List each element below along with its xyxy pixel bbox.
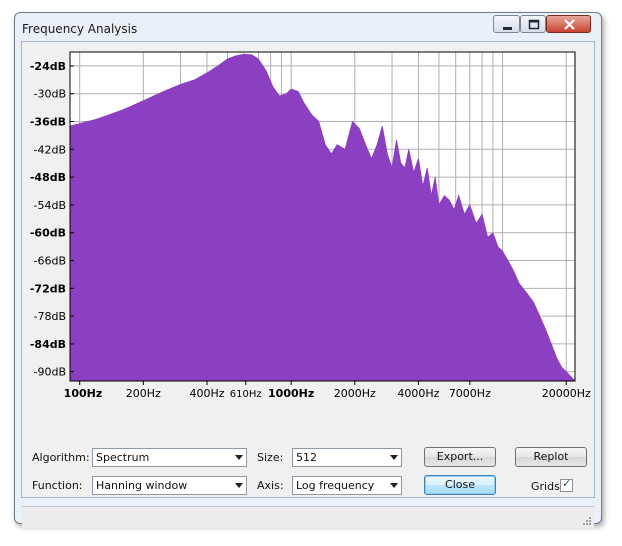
x-tick-label: 610Hz (230, 389, 262, 400)
function-select[interactable]: Hanning window (92, 476, 247, 495)
y-tick-label: -54dB (34, 199, 67, 212)
checkmark-icon: ✓ (562, 477, 572, 490)
y-tick-label: -72dB (30, 282, 66, 295)
axis-label: Axis: (257, 479, 284, 492)
x-tick-label: 100Hz (64, 387, 103, 400)
status-bar (22, 506, 594, 528)
algorithm-value: Spectrum (96, 451, 150, 464)
x-tick-label: 400Hz (189, 387, 224, 400)
y-tick-label: -48dB (30, 171, 66, 184)
maximize-button[interactable] (520, 15, 546, 33)
spectrum-plot: -24dB -30dB -36dB -42dB -48dB -54dB -60dB -66dB… (30, 51, 591, 400)
y-tick-label: -24dB (30, 60, 66, 73)
size-value: 512 (296, 451, 317, 464)
close-icon (564, 19, 575, 30)
size-label: Size: (257, 451, 284, 464)
x-tick-label: 7000Hz (449, 387, 491, 400)
close-button[interactable]: Close (424, 475, 496, 495)
x-tick-label: 2000Hz (334, 387, 376, 400)
chevron-down-icon (390, 455, 398, 460)
y-tick-label: -90dB (34, 366, 67, 379)
y-tick-label: -36dB (30, 116, 66, 129)
size-select[interactable]: 512 (292, 448, 402, 467)
algorithm-select[interactable]: Spectrum (92, 448, 247, 467)
x-tick-label: 4000Hz (397, 387, 439, 400)
minimize-icon (503, 27, 512, 30)
function-value: Hanning window (96, 479, 188, 492)
y-tick-label: -78dB (34, 310, 67, 323)
chevron-down-icon (390, 483, 398, 488)
title-bar[interactable]: Frequency Analysis (15, 13, 601, 41)
x-tick-label: 1000Hz (268, 387, 314, 400)
y-tick-label: -60dB (30, 227, 66, 240)
chevron-down-icon (235, 483, 243, 488)
x-tick-label: 20000Hz (542, 387, 591, 400)
replot-button[interactable]: Replot (515, 447, 587, 467)
grids-checkbox[interactable]: ✓ (560, 477, 573, 492)
algorithm-label: Algorithm: (32, 451, 90, 464)
y-tick-label: -30dB (34, 88, 67, 101)
minimize-button[interactable] (493, 15, 520, 33)
x-tick-label: 200Hz (126, 387, 161, 400)
chevron-down-icon (235, 455, 243, 460)
close-window-button[interactable] (546, 15, 591, 33)
grids-label: Grids (531, 480, 560, 493)
frequency-analysis-window: Frequency Analysis -24dB -30dB -36dB -42dB -… (14, 12, 602, 528)
y-tick-label: -42dB (34, 143, 67, 156)
axis-value: Log frequency (296, 479, 375, 492)
function-label: Function: (32, 479, 83, 492)
window-title: Frequency Analysis (22, 22, 138, 36)
resize-grip-icon[interactable] (582, 516, 592, 526)
maximize-icon (528, 19, 540, 30)
export-button[interactable]: Export... (424, 447, 496, 467)
dialog-client-area: -24dB -30dB -36dB -42dB -48dB -54dB -60dB -66dB… (21, 41, 595, 528)
y-tick-label: -84dB (30, 338, 66, 351)
y-tick-label: -66dB (34, 255, 67, 268)
axis-select[interactable]: Log frequency (292, 476, 402, 495)
